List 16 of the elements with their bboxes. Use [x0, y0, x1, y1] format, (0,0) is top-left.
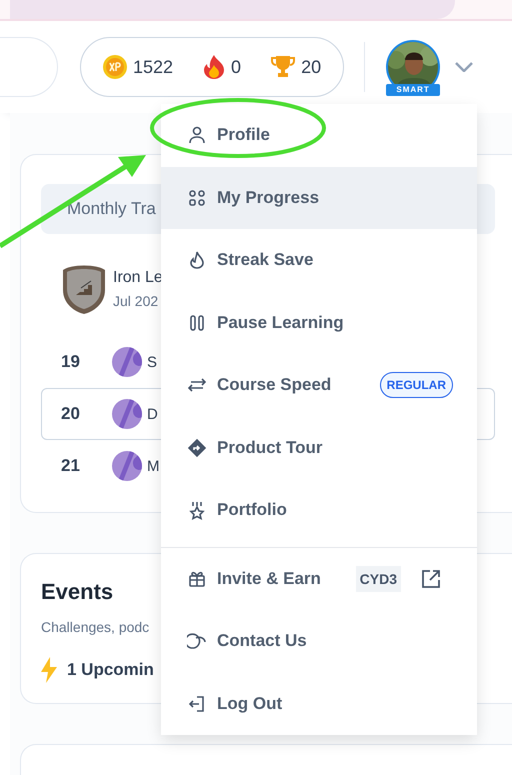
card-title: Events	[41, 579, 114, 605]
rank-number: 20	[61, 404, 81, 424]
referral-code: CYD3	[356, 566, 401, 592]
user-name: M	[147, 458, 160, 474]
user-name: D	[147, 406, 158, 422]
rank-number: 21	[61, 456, 81, 476]
stat-value: 20	[301, 56, 322, 78]
card-subtitle: Challenges, podc	[41, 619, 150, 635]
stat-value: 1522	[133, 56, 174, 78]
speed-badge: REGULAR	[380, 372, 453, 398]
upcoming-count: 1 Upcomin	[67, 660, 154, 680]
avatar-badge: SMART	[386, 84, 440, 96]
stat-value: 0	[231, 56, 242, 78]
league-date: Jul 202	[113, 293, 160, 309]
user-name: S	[147, 354, 158, 370]
rank-number: 19	[61, 352, 81, 372]
